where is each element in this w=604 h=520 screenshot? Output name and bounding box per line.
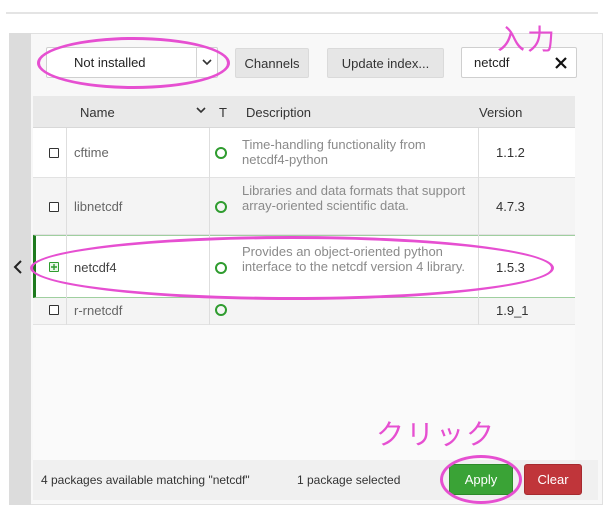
column-header-name[interactable]: Name	[80, 105, 115, 120]
column-header-type[interactable]: T	[219, 105, 227, 120]
column-divider	[209, 128, 210, 325]
row-checkbox[interactable]	[49, 202, 59, 212]
filter-selected-value: Not installed	[74, 55, 146, 70]
input-annotation: 入力	[497, 24, 558, 55]
package-name: cftime	[74, 145, 109, 160]
selection-count-text: 1 package selected	[297, 473, 401, 487]
status-bar: 4 packages available matching "netcdf" 1…	[33, 460, 598, 500]
column-header-description[interactable]: Description	[246, 105, 311, 120]
package-filter-dropdown[interactable]: Not installed	[46, 47, 218, 78]
click-annotation: クリック	[376, 419, 497, 450]
package-name: libnetcdf	[74, 199, 123, 214]
table-row[interactable]: cftime Time-handling functionality from …	[33, 128, 575, 178]
table-row[interactable]: r-rnetcdf 1.9_1	[33, 298, 575, 325]
clear-button[interactable]: Clear	[524, 464, 582, 495]
package-name: r-rnetcdf	[74, 303, 123, 318]
row-checkbox[interactable]	[49, 148, 59, 158]
column-divider	[66, 128, 67, 325]
status-circle-icon	[215, 147, 227, 159]
status-circle-icon	[215, 304, 227, 316]
table-row-selected[interactable]: netcdf4 Provides an object-oriented pyth…	[33, 235, 575, 298]
chevron-down-icon[interactable]	[196, 48, 217, 77]
top-divider	[6, 12, 598, 14]
package-description: Time-handling functionality from netcdf4…	[242, 137, 426, 167]
package-name: netcdf4	[74, 260, 117, 275]
table-header: Name T Description Version	[33, 96, 575, 128]
sort-chevron-icon[interactable]	[196, 104, 206, 119]
update-index-button[interactable]: Update index...	[327, 48, 444, 78]
status-circle-icon	[215, 262, 227, 274]
column-header-version[interactable]: Version	[479, 105, 522, 120]
package-version: 1.5.3	[496, 260, 525, 275]
package-description: Provides an object-oriented python inter…	[242, 244, 466, 274]
package-description: Libraries and data formats that support …	[242, 183, 466, 213]
apply-button[interactable]: Apply	[449, 464, 513, 495]
column-divider	[478, 128, 479, 325]
row-checkbox[interactable]	[49, 305, 59, 315]
status-circle-icon	[215, 201, 227, 213]
package-version: 1.9_1	[496, 303, 529, 318]
match-count-text: 4 packages available matching "netcdf"	[41, 473, 250, 487]
table-row[interactable]: libnetcdf Libraries and data formats tha…	[33, 178, 575, 235]
channels-button[interactable]: Channels	[235, 48, 309, 78]
chevron-left-icon[interactable]	[11, 258, 25, 276]
package-version: 4.7.3	[496, 199, 525, 214]
row-checkbox-checked[interactable]	[49, 262, 59, 272]
package-version: 1.1.2	[496, 145, 525, 160]
